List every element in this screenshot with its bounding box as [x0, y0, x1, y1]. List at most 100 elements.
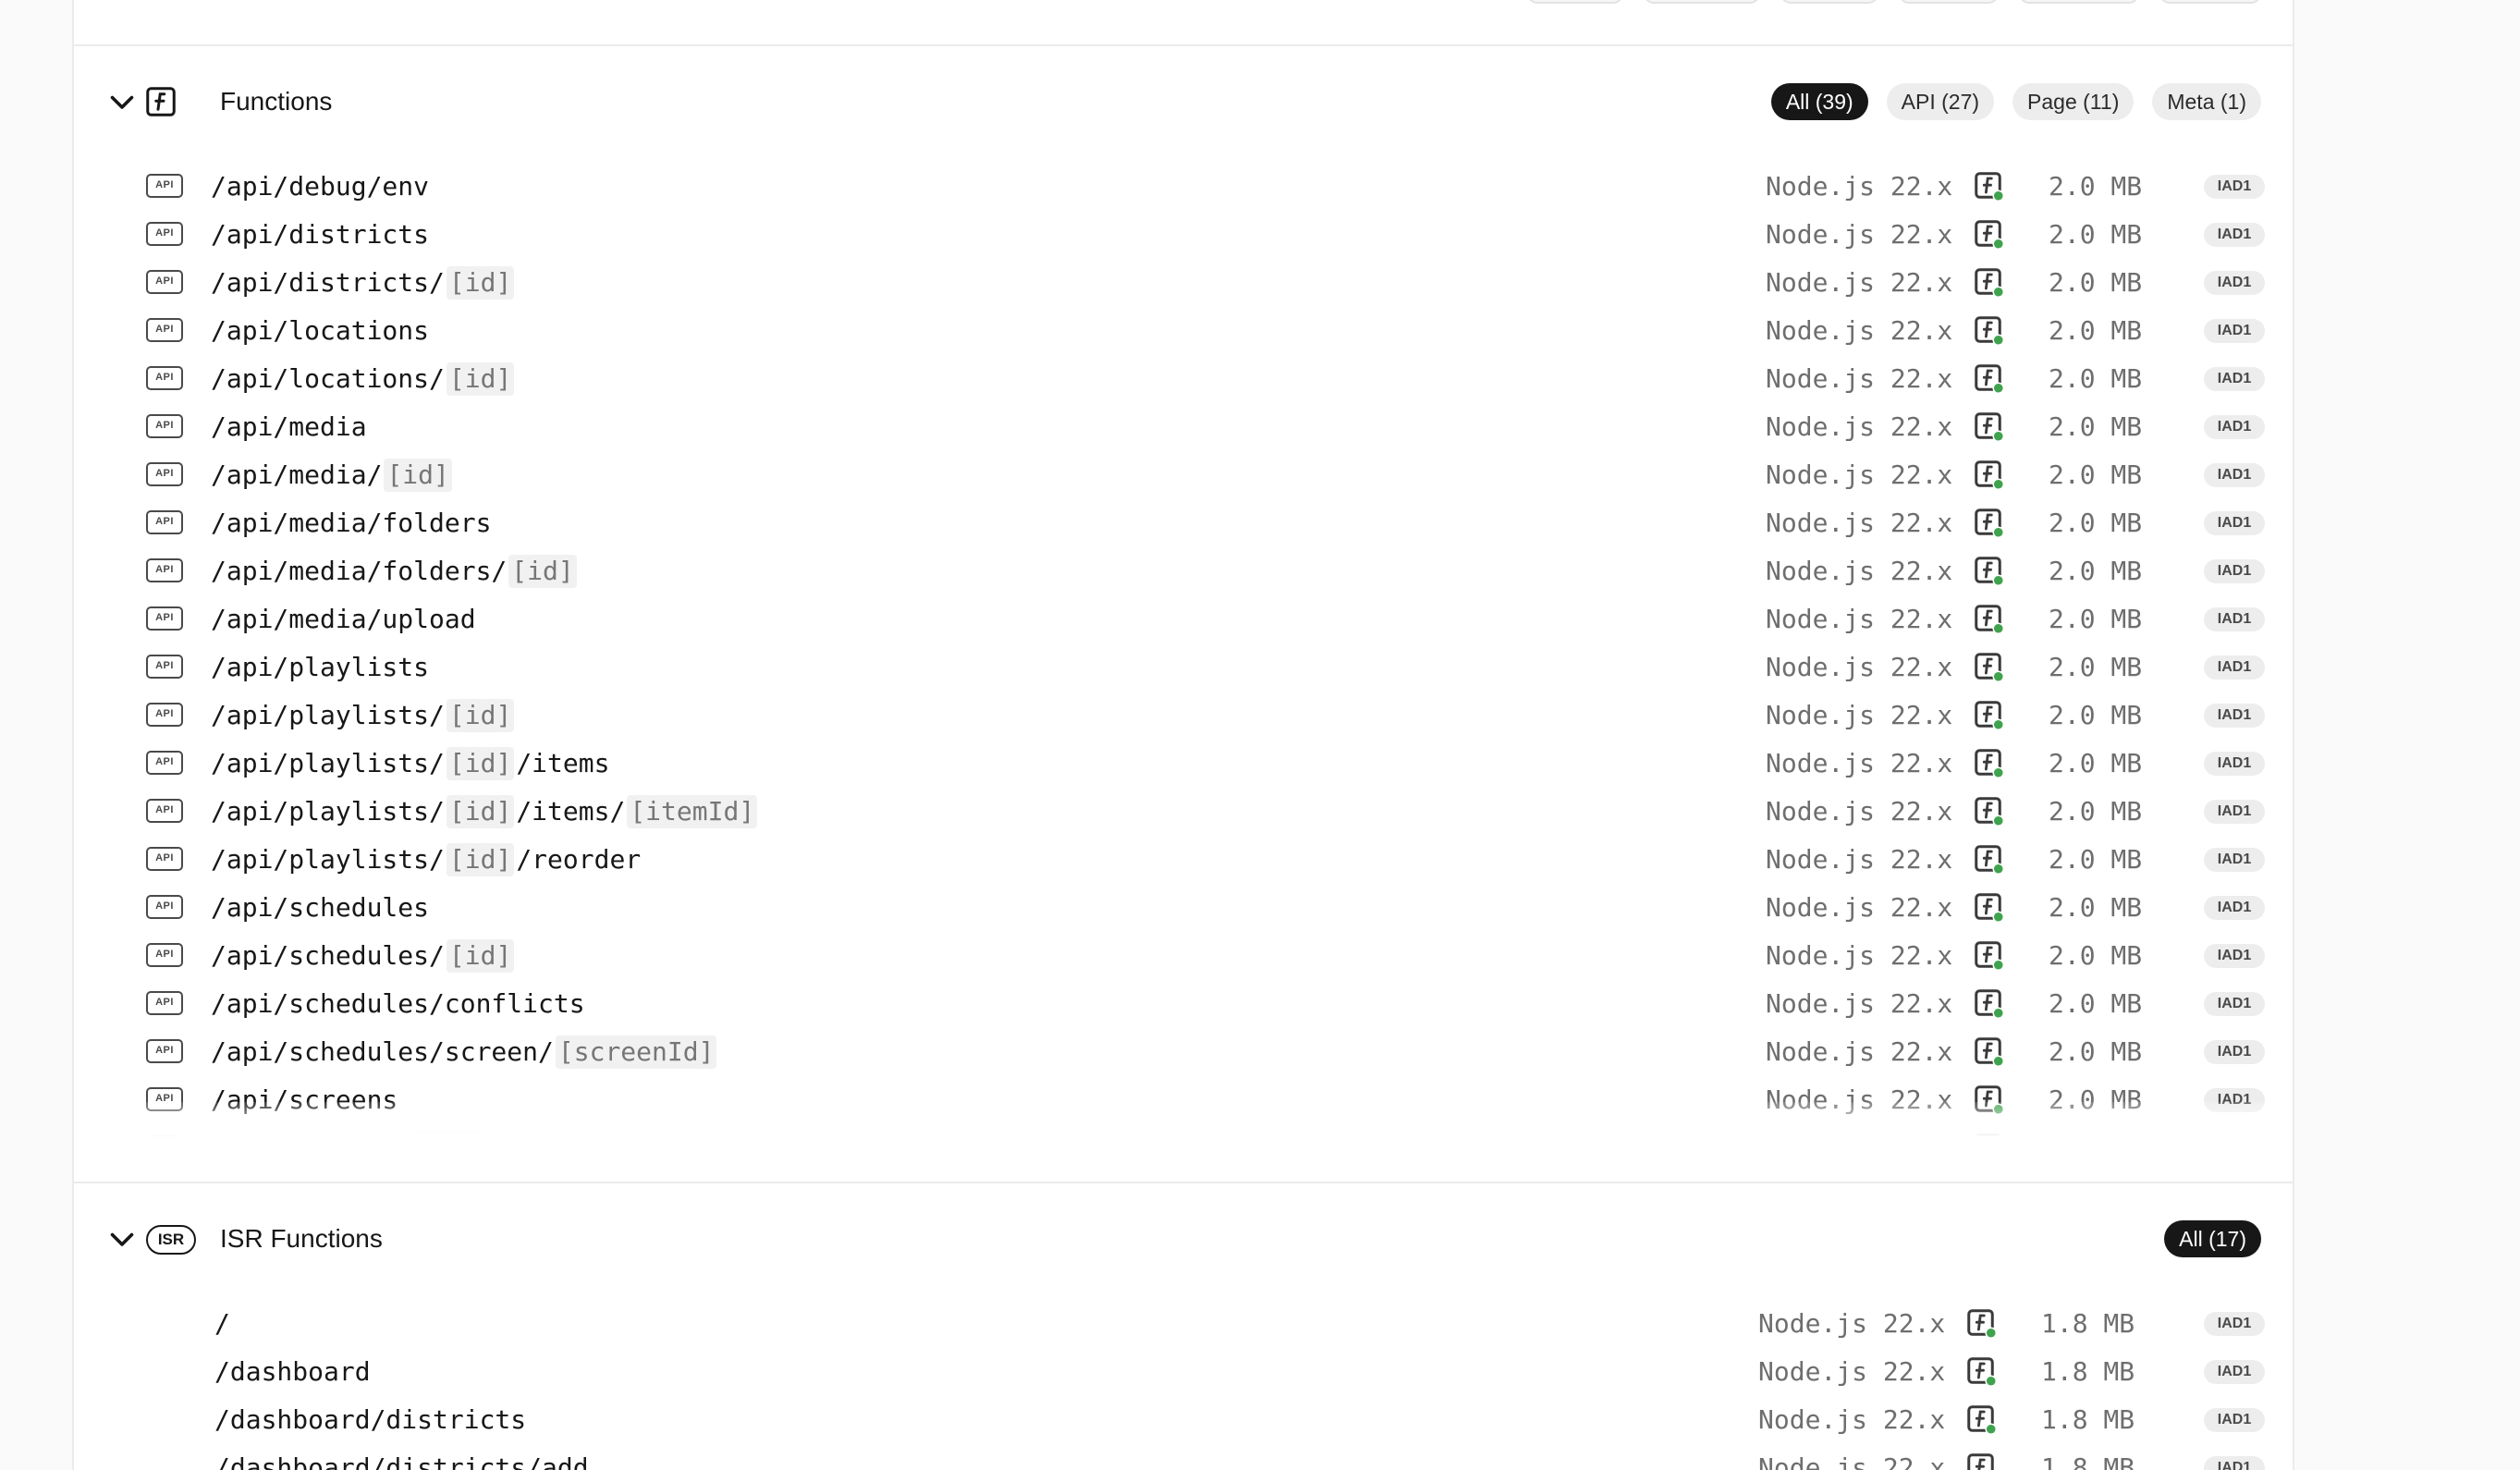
function-size: 2.0 MB: [2049, 315, 2143, 346]
function-status-icon: [1967, 1357, 1998, 1388]
route-path[interactable]: /api/playlists/[id]/items: [211, 747, 609, 780]
runtime-label: Node.js 22.x: [1766, 604, 1953, 634]
route-segment: /api/playlists/: [211, 844, 445, 875]
route-path[interactable]: /: [214, 1307, 230, 1341]
api-icon: API: [146, 799, 183, 823]
route-path[interactable]: /api/districts: [211, 218, 429, 251]
region-badge: IAD1: [2204, 1408, 2265, 1432]
function-row[interactable]: API/api/schedules Node.js 22.x 2.0 MB IAD1: [74, 884, 2293, 932]
filter-pill[interactable]: Meta (1): [2152, 83, 2261, 120]
functions-list: API/api/debug/env Node.js 22.x 2.0 MB IAD1 A…: [74, 163, 2293, 1143]
previous-section-filters: [1527, 0, 2261, 4]
region-badge: IAD1: [2204, 1312, 2265, 1336]
route-path[interactable]: /api/schedules/screen/[screenId]: [211, 1035, 718, 1069]
route-path[interactable]: /api/schedules: [211, 891, 429, 925]
chevron-down-icon[interactable]: [105, 1222, 139, 1256]
function-row[interactable]: API/api/districts Node.js 22.x 2.0 MB IAD1: [74, 211, 2293, 259]
function-row[interactable]: API/api/media Node.js 22.x 2.0 MB IAD1: [74, 403, 2293, 451]
route-segment: /api/debug/env: [211, 171, 430, 202]
route-path[interactable]: /api/playlists/[id]: [211, 699, 516, 732]
isr-function-row[interactable]: /dashboard/districts/add Node.js 22.x 1.8 …: [74, 1444, 2293, 1470]
function-row[interactable]: API/api/playlists/[id]/items Node.js 22.x…: [74, 740, 2293, 788]
route-path[interactable]: /dashboard: [214, 1355, 371, 1389]
runtime-label: Node.js 22.x: [1758, 1404, 1946, 1435]
function-row[interactable]: API/api/playlists Node.js 22.x 2.0 MB IAD1: [74, 643, 2293, 692]
isr-filters: All (17): [2164, 1220, 2261, 1257]
section-title: ISR Functions: [220, 1224, 383, 1253]
filter-pill[interactable]: All (39): [1770, 83, 1868, 120]
filter-pill[interactable]: [1527, 0, 1623, 4]
filter-pill[interactable]: [1780, 0, 1878, 4]
route-path[interactable]: /dashboard/districts/add: [214, 1452, 589, 1470]
filter-pill[interactable]: [1644, 0, 1760, 4]
function-size: 2.0 MB: [2049, 171, 2143, 202]
function-row[interactable]: API/api/schedules/[id] Node.js 22.x 2.0 MB…: [74, 932, 2293, 980]
route-param: [id]: [446, 843, 515, 876]
route-path[interactable]: /api/playlists: [211, 651, 429, 684]
isr-section-header[interactable]: ISR ISR Functions All (17): [74, 1206, 2293, 1272]
runtime-label: Node.js 22.x: [1766, 988, 1953, 1019]
filter-pill[interactable]: [2019, 0, 2139, 4]
function-row[interactable]: API/api/districts/[id] Node.js 22.x 2.0 MB…: [74, 259, 2293, 307]
function-status-icon: [1975, 845, 2005, 876]
function-row[interactable]: API/api/schedules/conflicts Node.js 22.x 2…: [74, 980, 2293, 1028]
function-row[interactable]: API/api/debug/env Node.js 22.x 2.0 MB IAD1: [74, 163, 2293, 211]
route-path[interactable]: /api/districts/[id]: [211, 266, 516, 300]
route-path[interactable]: /dashboard/districts: [214, 1403, 526, 1437]
route-path[interactable]: /api/playlists/[id]/items/[itemId]: [211, 795, 759, 828]
filter-pill[interactable]: API (27): [1886, 83, 1995, 120]
runtime-label: Node.js 22.x: [1766, 219, 1953, 250]
function-row[interactable]: API/api/playlists/[id] Node.js 22.x 2.0 MB…: [74, 692, 2293, 740]
function-row[interactable]: API/api/schedules/screen/[screenId] Node.…: [74, 1028, 2293, 1076]
api-icon: API: [146, 462, 183, 486]
isr-function-row[interactable]: /dashboard/districts Node.js 22.x 1.8 MB IA…: [74, 1396, 2293, 1444]
function-row[interactable]: API/api/locations Node.js 22.x 2.0 MB IAD1: [74, 307, 2293, 355]
runtime-label: Node.js 22.x: [1766, 652, 1953, 682]
route-path[interactable]: /api/media/[id]: [211, 459, 454, 492]
route-path[interactable]: /api/schedules/[id]: [211, 939, 516, 973]
route-segment: /items/: [516, 796, 626, 827]
region-badge: IAD1: [2204, 1040, 2265, 1064]
function-status-icon: [1975, 605, 2005, 635]
function-row[interactable]: API/api/playlists/[id]/items/[itemId] Nod…: [74, 788, 2293, 836]
function-size: 2.0 MB: [2049, 1036, 2143, 1067]
region-badge: IAD1: [2204, 1360, 2265, 1384]
filter-pill[interactable]: [1899, 0, 1999, 4]
route-segment: /api/media: [211, 411, 367, 442]
function-row[interactable]: API/api/locations/[id] Node.js 22.x 2.0 MB…: [74, 355, 2293, 403]
api-icon: API: [146, 606, 183, 631]
route-param: [itemId]: [627, 795, 758, 828]
chevron-down-icon[interactable]: [105, 85, 139, 118]
function-row[interactable]: API/api/media/upload Node.js 22.x 2.0 MB IA…: [74, 595, 2293, 643]
route-path[interactable]: /api/playlists/[id]/reorder: [211, 843, 641, 876]
section-divider: [74, 1182, 2293, 1183]
function-row[interactable]: API/api/media/[id] Node.js 22.x 2.0 MB IAD1: [74, 451, 2293, 499]
filter-pill[interactable]: All (17): [2164, 1220, 2261, 1257]
isr-function-row[interactable]: / Node.js 22.x 1.8 MB IAD1: [74, 1300, 2293, 1348]
route-path[interactable]: /api/debug/env: [211, 170, 429, 203]
region-badge: IAD1: [2204, 223, 2265, 247]
function-row[interactable]: API/api/playlists/[id]/reorder Node.js 22…: [74, 836, 2293, 884]
isr-function-row[interactable]: /dashboard Node.js 22.x 1.8 MB IAD1: [74, 1348, 2293, 1396]
runtime-label: Node.js 22.x: [1758, 1452, 1946, 1470]
route-path[interactable]: /api/media/folders/[id]: [211, 555, 579, 588]
filter-pill[interactable]: Page (11): [2012, 83, 2135, 120]
route-path[interactable]: /api/locations: [211, 314, 429, 348]
function-status-icon: [1975, 941, 2005, 972]
route-path[interactable]: /api/locations/[id]: [211, 362, 516, 396]
route-path[interactable]: /api/media/upload: [211, 603, 476, 636]
function-row[interactable]: API/api/media/folders/[id] Node.js 22.x 2.…: [74, 547, 2293, 595]
function-status-icon: [1975, 268, 2005, 299]
route-path[interactable]: /api/schedules/conflicts: [211, 987, 585, 1021]
region-badge: IAD1: [2204, 415, 2265, 439]
route-segment: /api/media/folders/: [211, 556, 508, 586]
route-path[interactable]: /api/media/folders: [211, 507, 491, 540]
function-row[interactable]: API/api/media/folders Node.js 22.x 2.0 MB I…: [74, 499, 2293, 547]
functions-section-header[interactable]: Functions All (39) API (27) Page (11) Meta …: [74, 68, 2293, 135]
route-path[interactable]: /api/media: [211, 410, 367, 444]
filter-pill[interactable]: [2159, 0, 2261, 4]
route-param: [id]: [446, 699, 515, 732]
route-param: [id]: [446, 266, 515, 300]
route-segment: /api/media/: [211, 459, 383, 490]
route-segment: /dashboard/districts: [214, 1404, 527, 1435]
